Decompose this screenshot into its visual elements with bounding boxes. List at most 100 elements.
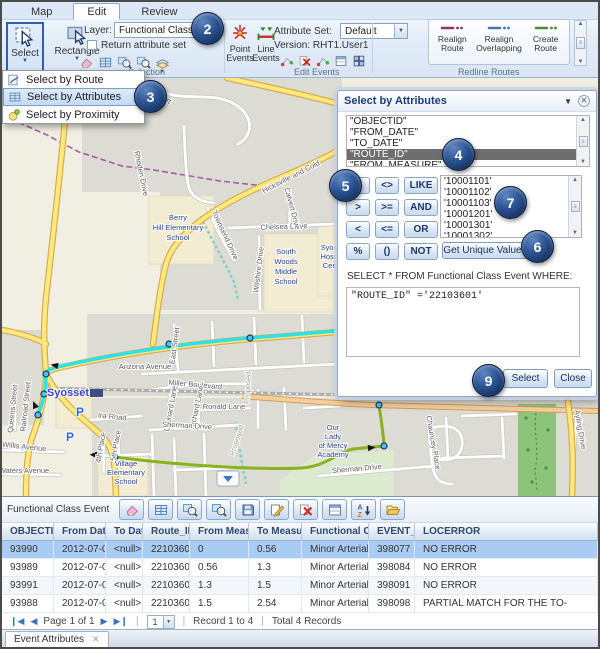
- operator-not-equals-button[interactable]: <>: [375, 177, 399, 194]
- event-grid-tool-icon[interactable]: [350, 53, 367, 69]
- field-item[interactable]: "OBJECTID": [347, 116, 589, 127]
- svg-text:School: School: [167, 233, 190, 242]
- column-header[interactable]: Functional Class: [302, 523, 369, 540]
- table-row[interactable]: 939882012-07-05<null>221036011.52.54Mino…: [2, 595, 598, 613]
- operator-and-button[interactable]: AND: [404, 199, 438, 216]
- redline-routes-panel: Realign Route Realign Overlapping Create…: [428, 19, 570, 65]
- svg-text:Berry: Berry: [169, 213, 187, 222]
- chevron-down-icon[interactable]: ▼: [394, 24, 407, 38]
- menu-item-select-by-route[interactable]: Select by Route: [3, 71, 144, 88]
- last-page-button[interactable]: ▶❙: [113, 616, 127, 627]
- menu-item-label: Select by Attributes: [27, 91, 121, 103]
- page-number-combobox[interactable]: 1 ▼: [147, 615, 175, 629]
- menu-item-label: Select by Proximity: [26, 109, 120, 121]
- operator-less-button[interactable]: <: [346, 221, 370, 238]
- column-header[interactable]: LOCERROR: [415, 523, 598, 540]
- get-unique-values-button[interactable]: Get Unique Values: [442, 242, 528, 259]
- operator-greater-button[interactable]: >: [346, 199, 370, 216]
- clear-selection-button[interactable]: [119, 499, 144, 520]
- menu-item-label: Select by Route: [26, 74, 104, 86]
- column-header[interactable]: To Measure: [249, 523, 302, 540]
- tab-review[interactable]: Review: [128, 4, 190, 19]
- chevron-down-icon[interactable]: ▼: [163, 616, 174, 628]
- operator-like-button[interactable]: LIKE: [404, 177, 438, 194]
- zoom-to-selection-button[interactable]: [177, 499, 202, 520]
- export-button[interactable]: [380, 499, 405, 520]
- tab-map[interactable]: Map: [18, 4, 65, 19]
- point-events-label: Point Events: [226, 45, 254, 63]
- map-town-label: Syosset: [47, 387, 90, 399]
- operator-not-button[interactable]: NOT: [404, 243, 438, 260]
- column-header[interactable]: Route_ID: [143, 523, 190, 540]
- edit-record-button[interactable]: [264, 499, 289, 520]
- page-indicator: Page 1 of 1: [43, 616, 94, 627]
- field-item[interactable]: "FROM_DATE": [347, 127, 589, 138]
- scroll-down-icon[interactable]: ▼: [578, 59, 584, 65]
- tab-event-attributes[interactable]: Event Attributes ✕: [5, 631, 109, 647]
- return-attribute-set-checkbox[interactable]: [87, 40, 97, 50]
- table-title: Functional Class Event: [7, 504, 109, 515]
- realign-route-button[interactable]: Realign Route: [429, 24, 475, 64]
- sort-button[interactable]: [351, 499, 376, 520]
- map-overview-toggle[interactable]: [217, 471, 239, 486]
- selection-table-tool-icon[interactable]: [97, 54, 114, 70]
- svg-text:Proposed: Proposed: [242, 372, 253, 405]
- operator-greater-equal-button[interactable]: >=: [375, 199, 399, 216]
- ribbon-scrollbar[interactable]: ▲ ≡ ▼: [574, 20, 587, 66]
- clear-selection-tool-icon[interactable]: [78, 54, 95, 70]
- values-scrollbar[interactable]: ▲≡▼: [568, 176, 581, 237]
- callout-7: 7: [494, 186, 527, 219]
- scroll-up-icon: ▲: [580, 117, 586, 123]
- operator-or-button[interactable]: OR: [404, 221, 438, 238]
- show-selection-button[interactable]: [148, 499, 173, 520]
- first-page-button[interactable]: ❙◀: [10, 616, 24, 627]
- column-header[interactable]: From Measure: [190, 523, 249, 540]
- table-header-row: OBJECTID From Date To Date Route_ID From…: [2, 523, 598, 541]
- menu-item-select-by-proximity[interactable]: Select by Proximity: [3, 106, 144, 123]
- menu-item-select-by-attributes[interactable]: Select by Attributes: [3, 88, 144, 106]
- column-header[interactable]: OBJECTID: [2, 523, 54, 540]
- operator-percent-button[interactable]: %: [346, 243, 370, 260]
- close-icon[interactable]: ✕: [578, 95, 590, 107]
- table-toolbar: Functional Class Event: [2, 497, 598, 523]
- dialog-close-button[interactable]: Close: [554, 369, 592, 388]
- column-header[interactable]: From Date: [54, 523, 106, 540]
- zoom-selection-icon: [182, 502, 198, 518]
- value-item[interactable]: '10001302': [441, 231, 581, 238]
- sort-az-icon: [356, 502, 372, 518]
- scroll-up-icon[interactable]: ▲: [578, 21, 584, 27]
- tab-edit[interactable]: Edit: [73, 3, 120, 20]
- fields-scrollbar[interactable]: ▲≡▼: [576, 116, 589, 166]
- value-item[interactable]: '10001301': [441, 220, 581, 231]
- column-header[interactable]: To Date: [106, 523, 143, 540]
- create-route-button[interactable]: Create Route: [523, 24, 569, 64]
- attribute-set-combobox[interactable]: Default ▼: [340, 23, 408, 39]
- select-button[interactable]: Select ▼: [6, 22, 44, 76]
- where-clause-textarea[interactable]: "ROUTE_ID" ='22103601': [346, 287, 580, 357]
- merge-events-tool-icon[interactable]: [278, 53, 295, 69]
- zoom-selection-icon: [211, 502, 227, 518]
- column-header[interactable]: EVENT_ID: [369, 523, 415, 540]
- operator-parentheses-button[interactable]: (): [375, 243, 399, 260]
- table-row[interactable]: 939892012-07-05<null>221036010.561.3Mino…: [2, 559, 598, 577]
- attribute-set-label: Attribute Set:: [274, 26, 332, 37]
- pan-to-selection-button[interactable]: [206, 499, 231, 520]
- svg-text:Lady: Lady: [325, 432, 342, 441]
- scrollbar-thumb[interactable]: ≡: [576, 37, 585, 49]
- select-by-route-icon: [7, 73, 21, 87]
- point-events-button[interactable]: Point Events: [226, 23, 254, 63]
- table-row-selected[interactable]: 939902012-07-05<null>2210360100.56Minor …: [2, 541, 598, 559]
- previous-page-button[interactable]: ◀: [30, 616, 37, 627]
- attribute-window-button[interactable]: [322, 499, 347, 520]
- close-icon[interactable]: ✕: [92, 634, 100, 645]
- table-row[interactable]: 939912012-07-05<null>221036011.31.5Minor…: [2, 577, 598, 595]
- next-page-button[interactable]: ▶: [101, 616, 108, 627]
- realign-overlapping-button[interactable]: Realign Overlapping: [476, 24, 522, 64]
- chevron-down-icon[interactable]: ▼: [564, 97, 572, 106]
- operator-less-equal-button[interactable]: <=: [375, 221, 399, 238]
- delete-record-button[interactable]: [293, 499, 318, 520]
- dialog-select-button[interactable]: Select: [503, 369, 548, 388]
- dialog-title-bar[interactable]: Select by Attributes ▼ ✕: [338, 91, 596, 112]
- save-button[interactable]: [235, 499, 260, 520]
- callout-2: 2: [191, 12, 224, 45]
